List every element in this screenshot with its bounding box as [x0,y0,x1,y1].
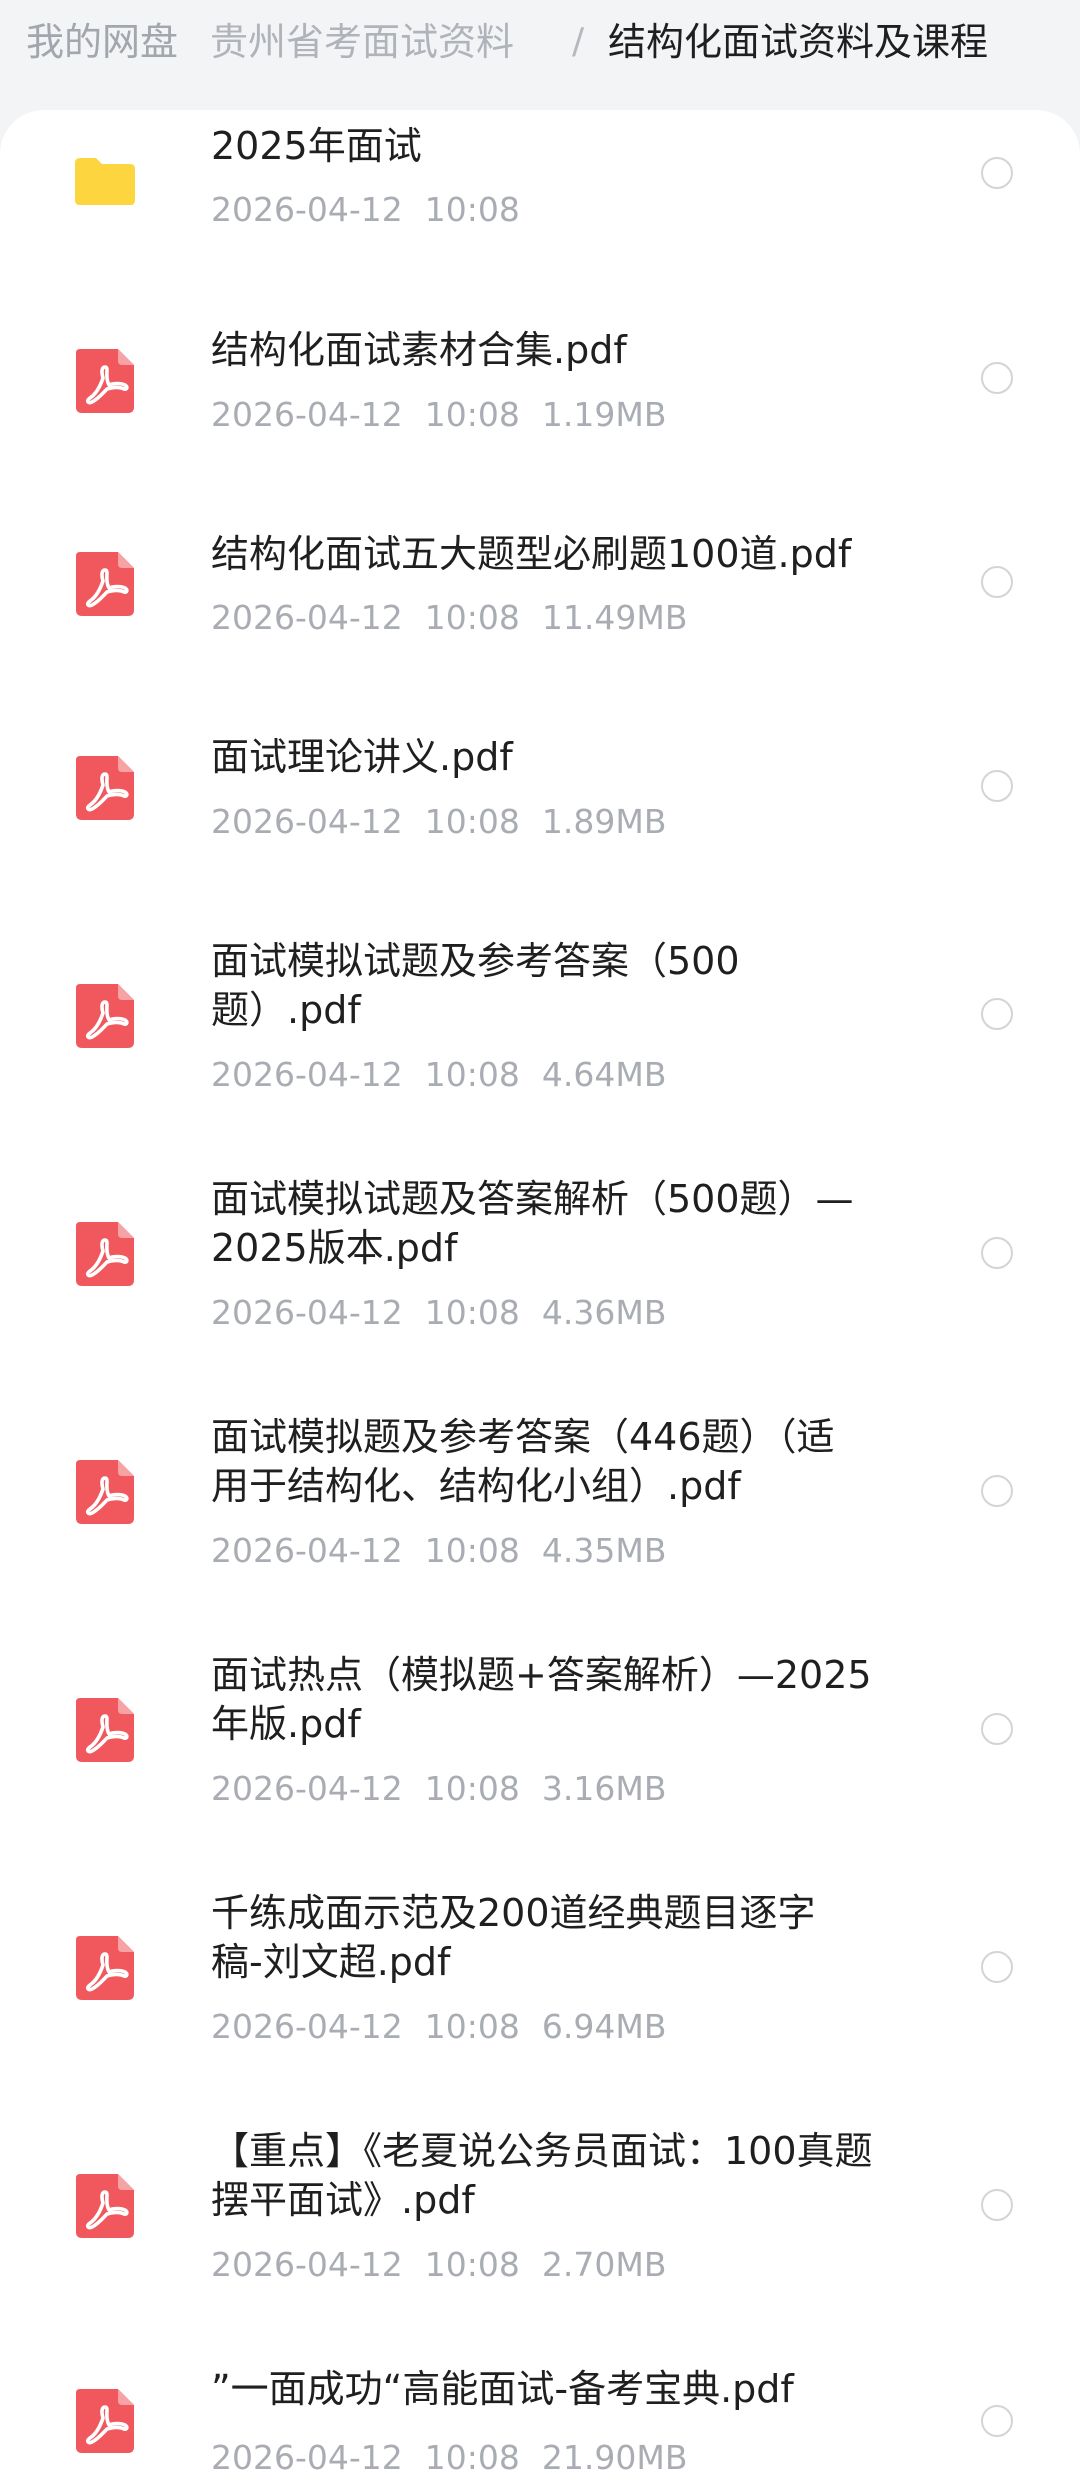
file-meta: 2026-04-12 10:08 3.16MB [211,1769,688,1809]
file-date: 2026-04-12 [211,1293,403,1332]
pdf-icon [72,2385,138,2455]
file-size: 4.64MB [541,1055,667,1094]
file-time: 10:08 [424,2007,520,2046]
breadcrumb-parent[interactable]: 贵州省考面试资料 [210,14,514,70]
file-size: 3.16MB [541,1769,667,1808]
file-meta: 2026-04-12 10:08 [211,190,542,230]
file-name: 结构化面试素材合集.pdf [211,328,627,372]
pdf-icon [72,1932,138,2002]
file-date: 2026-04-12 [211,2007,403,2046]
file-time: 10:08 [424,190,520,229]
pdf-icon [72,980,138,1050]
file-meta: 2026-04-12 10:08 4.36MB [211,1293,688,1333]
file-time: 10:08 [424,2245,520,2284]
file-date: 2026-04-12 [211,1055,403,1094]
select-checkbox[interactable] [981,2189,1013,2221]
file-time: 10:08 [424,598,520,637]
file-date: 2026-04-12 [211,1531,403,1570]
file-name: ”一面成功“高能面试-备考宝典.pdf [211,2367,794,2411]
select-checkbox[interactable] [981,2405,1013,2437]
file-date: 2026-04-12 [211,395,403,434]
breadcrumb-root[interactable]: 我的网盘 [0,14,209,70]
file-time: 10:08 [424,1293,520,1332]
pdf-icon [72,345,138,415]
file-name: 面试理论讲义.pdf [211,735,513,779]
file-size: 21.90MB [541,2438,688,2477]
file-time: 10:08 [424,802,520,841]
file-meta: 2026-04-12 10:08 2.70MB [211,2245,688,2285]
file-meta: 2026-04-12 10:08 4.35MB [211,1531,688,1571]
file-size: 4.36MB [541,1293,667,1332]
file-name: 面试热点（模拟题+答案解析）—2025 年版.pdf [211,1653,872,1746]
file-size: 2.70MB [541,2245,667,2284]
select-checkbox[interactable] [981,1475,1013,1507]
file-time: 10:08 [424,1769,520,1808]
file-size: 1.89MB [541,802,667,841]
breadcrumb-separator: / [572,21,585,62]
pdf-icon [72,1694,138,1764]
file-name: 结构化面试五大题型必刷题100道.pdf [211,532,852,576]
file-date: 2026-04-12 [211,598,403,637]
file-name: 2025年面试 [211,124,422,168]
file-time: 10:08 [424,1055,520,1094]
file-name: 【重点】《老夏说公务员面试：100真题 摆平面试》.pdf [211,2129,873,2222]
file-name: 面试模拟题及参考答案（446题）（适 用于结构化、结构化小组）.pdf [211,1415,835,1508]
select-checkbox[interactable] [981,1237,1013,1269]
pdf-icon [72,752,138,822]
file-list: 2025年面试 2026-04-12 10:08 结构化面试素材合集.pdf 2026… [0,110,1080,2482]
pdf-icon [72,1456,138,1526]
file-time: 10:08 [424,1531,520,1570]
file-size: 1.19MB [541,395,667,434]
file-date: 2026-04-12 [211,2438,403,2477]
file-size: 6.94MB [541,2007,667,2046]
select-checkbox[interactable] [981,1713,1013,1745]
select-checkbox[interactable] [981,998,1013,1030]
file-time: 10:08 [424,2438,520,2477]
folder-icon [72,145,138,215]
select-checkbox[interactable] [981,1951,1013,1983]
select-checkbox[interactable] [981,362,1013,394]
file-date: 2026-04-12 [211,2245,403,2284]
file-meta: 2026-04-12 10:08 6.94MB [211,2007,688,2047]
pdf-icon [72,2170,138,2240]
breadcrumb-current: 结构化面试资料及课程 [608,20,989,64]
file-size: 11.49MB [541,598,688,637]
breadcrumb: 贵州省考面试资料 我的网盘 / 结构化面试资料及课程 [0,0,1080,110]
file-size: 4.35MB [541,1531,667,1570]
select-checkbox[interactable] [981,770,1013,802]
file-meta: 2026-04-12 10:08 11.49MB [211,598,709,638]
file-name: 千练成面示范及200道经典题目逐字 稿-刘文超.pdf [211,1891,816,1984]
file-meta: 2026-04-12 10:08 1.19MB [211,395,688,435]
file-name: 面试模拟试题及答案解析（500题）— 2025版本.pdf [211,1177,854,1270]
file-meta: 2026-04-12 10:08 1.89MB [211,802,688,842]
file-date: 2026-04-12 [211,190,403,229]
file-date: 2026-04-12 [211,802,403,841]
file-meta: 2026-04-12 10:08 4.64MB [211,1055,688,1095]
file-name: 面试模拟试题及参考答案（500 题）.pdf [211,939,740,1032]
pdf-icon [72,1218,138,1288]
file-time: 10:08 [424,395,520,434]
file-meta: 2026-04-12 10:08 21.90MB [211,2438,709,2478]
select-checkbox[interactable] [981,157,1013,189]
select-checkbox[interactable] [981,566,1013,598]
pdf-icon [72,548,138,618]
file-date: 2026-04-12 [211,1769,403,1808]
